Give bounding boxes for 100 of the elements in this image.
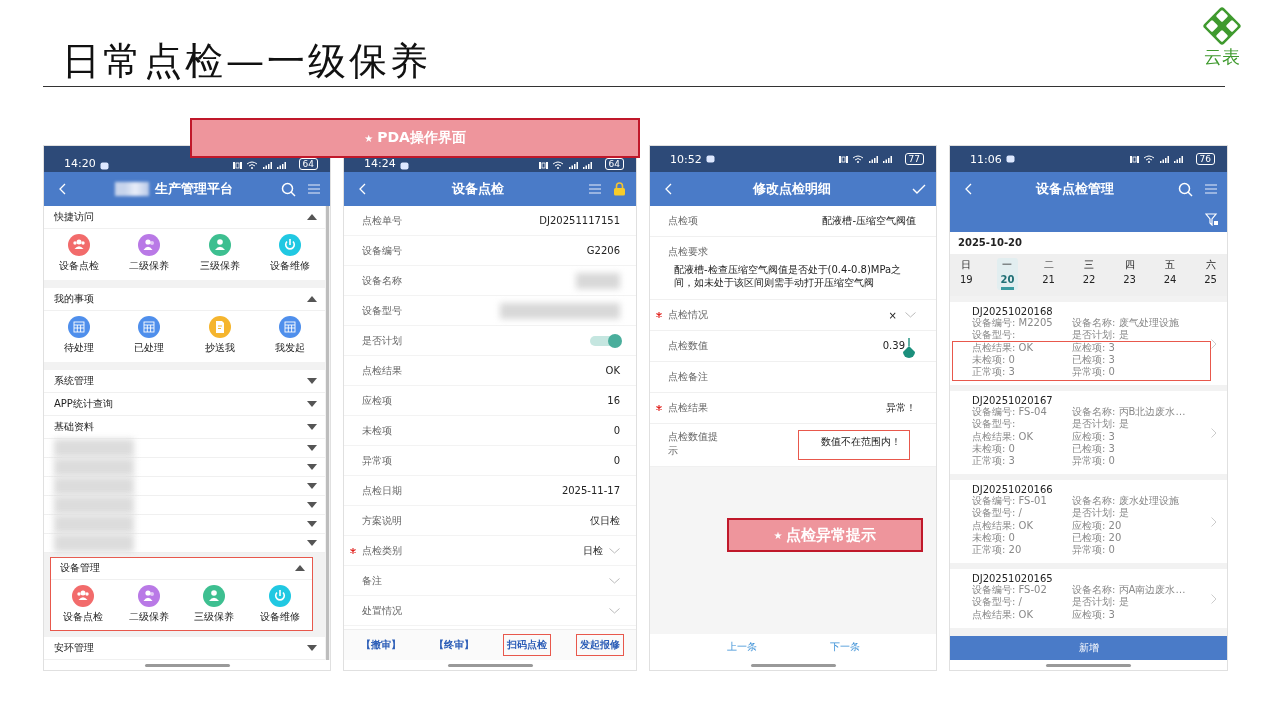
expand-icon[interactable] <box>307 645 317 651</box>
field-value: 0 <box>613 455 620 466</box>
day-tab[interactable]: 六 25 <box>1200 258 1221 290</box>
record-number: DJ20251020166 <box>971 484 1054 495</box>
section-title[interactable]: 我的事项 <box>54 292 94 306</box>
record-card[interactable]: DJ20251020167 设备编号: FS-04 设备名称: 丙B北边废水… 设备型号: 是否计划: 是 点检结果: OK 应检项: 3 未检项: 0 已检项: 3 正常项: 3 异常项: 0 <box>950 391 1227 474</box>
expand-icon[interactable] <box>307 424 317 430</box>
field-label: 点检备注 <box>668 370 709 384</box>
search-icon[interactable] <box>1178 181 1193 197</box>
add-button[interactable]: 新增 <box>950 636 1227 660</box>
shortcut-button[interactable]: 我发起 <box>254 314 325 357</box>
record-field: 点检结果: OK <box>972 431 1072 443</box>
nav-link[interactable]: 下一条 <box>823 639 866 655</box>
field-label: 应检项 <box>362 393 392 408</box>
record-field: 应检项: 20 <box>1072 520 1210 532</box>
section-title[interactable]: APP统计查询 <box>54 397 113 411</box>
shortcut-button[interactable]: 已处理 <box>114 314 185 357</box>
expand-icon[interactable] <box>307 445 317 451</box>
collapse-icon[interactable] <box>295 565 305 571</box>
day-tab[interactable]: 一 20 <box>996 258 1019 290</box>
section-title[interactable]: 快捷访问 <box>54 210 94 224</box>
record-field: 未检项: 0 <box>972 354 1072 366</box>
section-title[interactable]: 设备管理 <box>60 561 100 575</box>
field-label: 异常项 <box>362 453 392 468</box>
section-title[interactable]: 系统管理 <box>54 374 94 388</box>
expand-icon[interactable] <box>307 401 317 407</box>
nav-link[interactable]: 上一条 <box>720 639 763 655</box>
status-time: 11:06 <box>970 152 1002 166</box>
battery-indicator: 76 <box>1195 153 1215 165</box>
shortcut-button[interactable]: 三级保养 <box>184 232 255 275</box>
record-card[interactable]: DJ20251020165 设备编号: FS-02 设备名称: 丙A南边废水… 设备型号: / 是否计划: 是 点检结果: OK 应检项: 3 <box>950 569 1227 628</box>
home-indicator[interactable] <box>1046 663 1131 667</box>
field-label: 处置情况 <box>362 603 402 618</box>
notification-icon <box>705 155 715 163</box>
shortcut-button[interactable]: 三级保养 <box>181 583 248 626</box>
record-number: DJ20251020167 <box>971 395 1054 406</box>
shortcut-button[interactable]: 设备维修 <box>247 583 313 626</box>
back-icon[interactable] <box>664 183 672 195</box>
notification-icon <box>99 162 109 170</box>
star-mark: ★ <box>364 132 374 144</box>
expand-icon[interactable] <box>307 540 317 546</box>
day-tab[interactable]: 四 23 <box>1119 258 1140 290</box>
day-tab[interactable]: 二 21 <box>1038 258 1059 290</box>
battery-indicator: 77 <box>904 153 924 165</box>
filter-icon[interactable] <box>1205 212 1219 226</box>
action-button[interactable]: 【终审】 <box>429 634 478 656</box>
field-label: 点检单号 <box>362 213 402 228</box>
shortcut-button[interactable]: 二级保养 <box>115 583 182 626</box>
collapse-icon[interactable] <box>307 214 317 220</box>
day-tab[interactable]: 日 19 <box>956 258 977 290</box>
record-field: 正常项: 3 <box>972 455 1072 467</box>
field-value: 仅日检 <box>590 513 620 528</box>
back-icon[interactable] <box>358 183 366 195</box>
field-value: OK <box>605 365 620 376</box>
shortcut-button[interactable]: 设备点检 <box>44 232 115 275</box>
record-field: 异常项: 0 <box>1072 455 1210 467</box>
home-indicator[interactable] <box>144 663 230 667</box>
expand-icon[interactable] <box>307 378 317 384</box>
field-label: 点检项 <box>668 214 699 228</box>
action-button[interactable]: 发起报修 <box>575 634 624 656</box>
expand-icon[interactable] <box>307 521 317 527</box>
section-title[interactable]: 安环管理 <box>54 641 94 655</box>
shortcut-button[interactable]: 待处理 <box>44 314 115 357</box>
input-field[interactable]: 0.39 <box>882 331 916 361</box>
record-field: 异常项: 0 <box>1072 366 1210 378</box>
toggle-switch[interactable] <box>590 335 620 346</box>
lock-icon[interactable] <box>613 182 626 196</box>
collapse-icon[interactable] <box>307 296 317 302</box>
back-icon[interactable] <box>964 183 972 195</box>
status-time: 14:24 <box>364 157 396 170</box>
record-field: 设备型号: <box>972 418 1072 430</box>
back-icon[interactable] <box>58 183 66 195</box>
home-indicator[interactable] <box>447 663 533 667</box>
action-button[interactable]: 扫码点检 <box>502 634 551 656</box>
expand-icon[interactable] <box>307 483 317 489</box>
field-value[interactable]: 日检 <box>583 543 603 558</box>
shortcut-button[interactable]: 抄送我 <box>184 314 255 357</box>
action-button[interactable]: 【撤审】 <box>356 634 405 656</box>
record-field: 设备编号: FS-04 <box>972 406 1072 418</box>
field-value[interactable]: × <box>888 309 897 321</box>
check-icon[interactable] <box>912 184 926 194</box>
field-label: 设备名称 <box>362 273 402 288</box>
shortcut-button[interactable]: 设备维修 <box>254 232 325 275</box>
record-field: 点检结果: OK <box>972 609 1072 621</box>
expand-icon[interactable] <box>307 464 317 470</box>
record-field: 是否计划: 是 <box>1072 507 1211 519</box>
shortcut-button[interactable]: 二级保养 <box>114 232 185 275</box>
field-label: 点检类别 <box>362 543 402 558</box>
field-label: 设备编号 <box>362 243 402 258</box>
field-value: G2206 <box>586 245 620 256</box>
section-title[interactable]: 基础资料 <box>54 420 94 434</box>
scrollbar[interactable] <box>326 206 329 660</box>
expand-icon[interactable] <box>307 502 317 508</box>
home-indicator[interactable] <box>750 663 836 667</box>
record-card[interactable]: DJ20251020166 设备编号: FS-01 设备名称: 废水处理设施 设备型号: / 是否计划: 是 点检结果: OK 应检项: 20 未检项: 0 已检项: 20 正常项: 20 异常项: 0 <box>950 480 1227 563</box>
record-card[interactable]: DJ20251020168 设备编号: M2205 设备名称: 废气处理设施 设备型号: 是否计划: 是 点检结果: OK 应检项: 3 未检项: 0 已检项: 3 正常项: 3 异常项: 0 <box>950 302 1227 385</box>
day-tab[interactable]: 五 24 <box>1159 258 1181 290</box>
shortcut-button[interactable]: 设备点检 <box>50 583 116 626</box>
day-tab[interactable]: 三 22 <box>1078 258 1100 290</box>
search-icon[interactable] <box>281 181 296 197</box>
